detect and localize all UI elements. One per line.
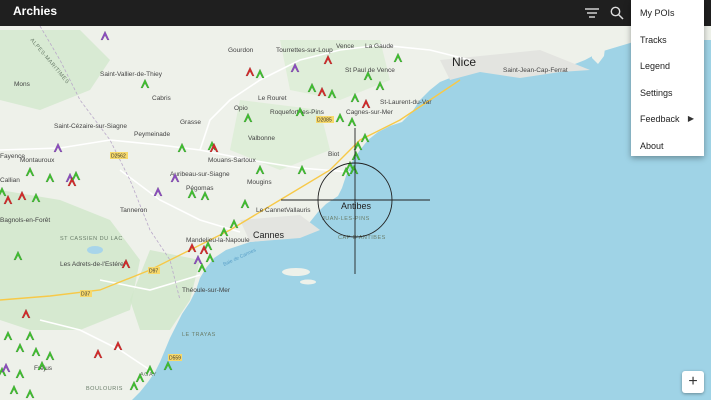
label-montauroux: Montauroux <box>20 157 55 164</box>
road-d37: D37 <box>81 292 90 298</box>
cap-ferrat <box>592 40 606 64</box>
label-tanneron: Tanneron <box>120 207 147 214</box>
road-d2562: D2562 <box>111 154 126 160</box>
label-saint-jean: Saint-Jean-Cap-Ferrat <box>503 67 568 74</box>
label-fayence: Fayence <box>0 153 25 160</box>
label-mouans: Mouans-Sartoux <box>208 157 256 164</box>
label-pegomas: Pégomas <box>186 185 214 192</box>
label-opio: Opio <box>234 105 248 112</box>
label-agay: AGAY <box>140 372 157 378</box>
menu-item-label: About <box>640 140 664 151</box>
road-d97: D97 <box>149 269 158 275</box>
label-foret: Bagnols-en-Forêt <box>0 217 50 224</box>
app-toolbar: Archies <box>0 0 711 26</box>
island <box>282 268 310 276</box>
label-mougins: Mougins <box>247 179 272 186</box>
label-vence: Vence <box>336 43 354 50</box>
label-antibes: Antibes <box>341 201 372 211</box>
label-saint-vallier: Saint-Vallier-de-Thiey <box>100 71 163 78</box>
label-callian: Callian <box>0 177 20 184</box>
label-lac: ST CASSIEN DU LAC <box>60 236 123 242</box>
menu-item-legend[interactable]: Legend <box>631 53 704 80</box>
menu-item-my-pois[interactable]: My POIs <box>631 0 704 27</box>
poi-marker[interactable] <box>163 360 173 371</box>
label-valbonne: Valbonne <box>248 135 275 142</box>
label-trayas: LE TRAYAS <box>182 332 216 338</box>
app-title: Archies <box>13 4 58 18</box>
label-theoule: Théoule-sur-Mer <box>182 287 231 294</box>
label-gourdon: Gourdon <box>228 47 254 54</box>
menu-item-label: Feedback <box>640 114 680 124</box>
label-baie: Baie de Cannes <box>222 247 257 268</box>
label-grasse: Grasse <box>180 119 201 126</box>
menu-item-tracks[interactable]: Tracks <box>631 27 704 54</box>
map-canvas[interactable]: Nice Saint-Jean-Cap-Ferrat St-Laurent-du… <box>0 25 711 400</box>
search-icon[interactable] <box>607 3 627 23</box>
label-nice: Nice <box>452 55 476 69</box>
menu-item-about[interactable]: About <box>631 133 704 160</box>
label-mandelieu: Mandelieu-la-Napoule <box>186 237 250 244</box>
label-saint-cezaire: Saint-Cézaire-sur-Siagne <box>54 123 127 130</box>
label-peymeinade: Peymeinade <box>134 131 171 138</box>
menu-item-settings[interactable]: Settings <box>631 80 704 107</box>
label-boulouris: BOULOURIS <box>86 386 123 392</box>
island <box>300 279 316 285</box>
label-saint-paul: St Paul de Vence <box>345 67 395 74</box>
label-cagnes: Cagnes-sur-Mer <box>346 109 394 116</box>
label-st-laurent: St-Laurent-du-Var <box>380 99 432 106</box>
lake <box>87 246 103 254</box>
label-le-rouret: Le Rouret <box>258 95 287 102</box>
plus-icon: + <box>688 373 698 390</box>
menu-item-label: Settings <box>640 87 673 98</box>
label-adrets: Les Adrets-de-l'Estérel <box>60 261 126 268</box>
label-cannes: Cannes <box>253 230 285 240</box>
zoom-in-button[interactable]: + <box>682 371 704 393</box>
label-vallauris: Vallauris <box>286 207 311 214</box>
filter-icon[interactable] <box>582 3 602 23</box>
label-auribeau: Auribeau-sur-Siagne <box>170 171 230 178</box>
app-window: Nice Saint-Jean-Cap-Ferrat St-Laurent-du… <box>0 0 711 400</box>
label-le-cannet: Le Cannet <box>256 207 286 214</box>
menu-item-label: Legend <box>640 61 671 71</box>
road-d559: D559 <box>169 356 181 362</box>
road-d2085: D2085 <box>317 118 332 124</box>
chevron-right-icon: ▶ <box>687 114 694 123</box>
label-la-gaude: La Gaude <box>365 43 394 50</box>
label-mons: Mons <box>14 81 31 88</box>
menu-item-label: My POIs <box>640 8 675 18</box>
label-biot: Biot <box>328 151 339 158</box>
overflow-menu: My POIs Tracks Legend Settings Feedback ▶… <box>631 0 704 156</box>
label-tourrettes: Tourrettes-sur-Loup <box>276 47 333 54</box>
label-juan: JUAN-LES-PINS <box>322 216 370 222</box>
label-cabris: Cabris <box>152 95 172 102</box>
menu-item-feedback[interactable]: Feedback ▶ <box>631 106 704 133</box>
map-view[interactable]: Nice Saint-Jean-Cap-Ferrat St-Laurent-du… <box>0 25 711 400</box>
menu-item-label: Tracks <box>640 34 667 45</box>
